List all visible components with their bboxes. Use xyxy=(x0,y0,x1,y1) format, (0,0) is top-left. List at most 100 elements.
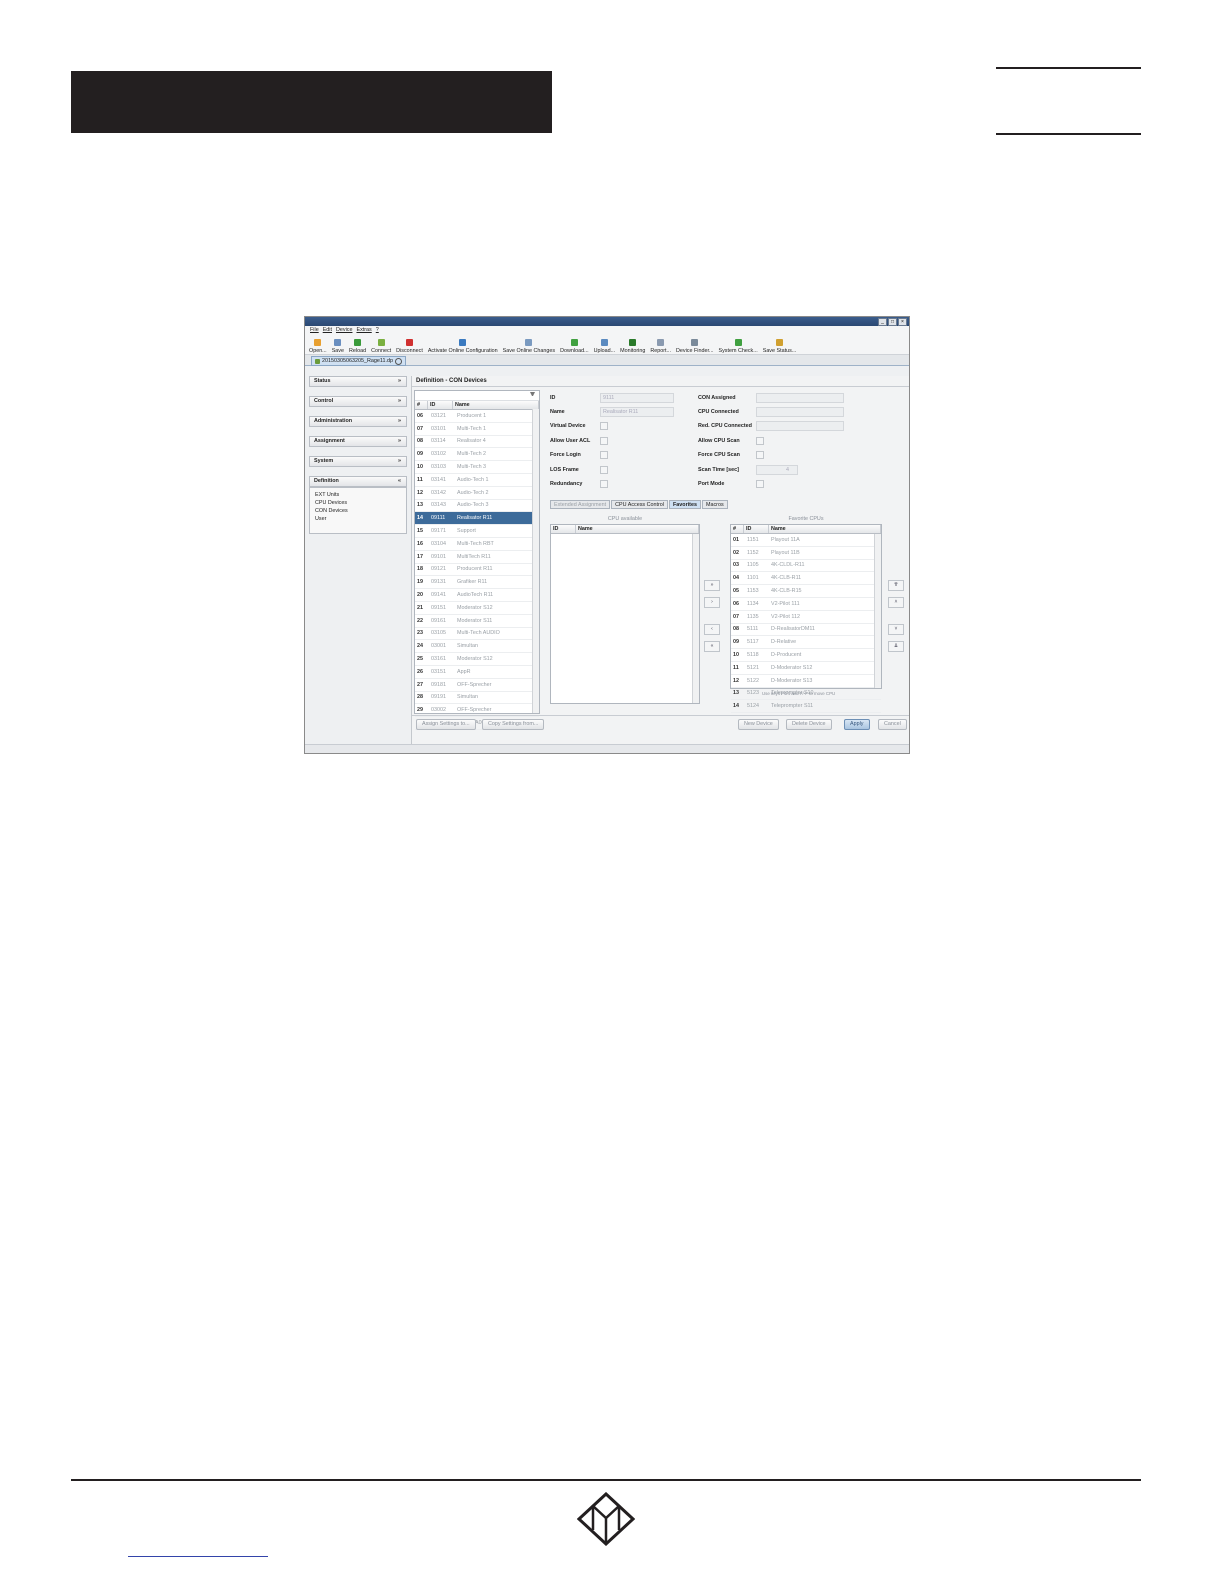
prop-field[interactable]: Realisator R11 xyxy=(600,406,674,417)
prop-field[interactable]: 9111 xyxy=(600,392,674,403)
move-button-0[interactable]: » xyxy=(704,580,720,591)
table-row[interactable]: 06 03121 Producent 1 xyxy=(415,410,539,423)
tab-cpu-access-control[interactable]: CPU Access Control xyxy=(611,500,668,509)
prop-checkbox[interactable] xyxy=(600,479,608,488)
order-button-0[interactable]: ⇈ xyxy=(888,580,904,591)
toolbar-button-folder-open[interactable]: Open... xyxy=(309,339,327,354)
nav-section-control[interactable]: Control » xyxy=(309,396,407,407)
order-button-3[interactable]: ⇊ xyxy=(888,641,904,652)
nav-section-administration[interactable]: Administration » xyxy=(309,416,407,427)
toolbar-button-save[interactable]: Save xyxy=(332,339,344,354)
prop-checkbox[interactable] xyxy=(600,436,608,445)
move-button-1[interactable]: › xyxy=(704,597,720,608)
column-name[interactable]: Name xyxy=(576,525,699,533)
nav-section-system[interactable]: System » xyxy=(309,456,407,467)
toolbar-button-reload[interactable]: Reload xyxy=(349,339,366,354)
nav-item-user[interactable]: User xyxy=(315,515,406,523)
table-row[interactable]: 16 03104 Multi-Tech RBT xyxy=(415,538,539,551)
prop-field[interactable] xyxy=(756,421,844,432)
toolbar-button-save-status[interactable]: Save Status... xyxy=(763,339,796,354)
table-row[interactable]: 02 1152 Playout 11B xyxy=(731,547,881,560)
table-row[interactable]: 11 5121 D-Moderator S12 xyxy=(731,662,881,675)
toolbar-button-device-finder[interactable]: Device Finder... xyxy=(676,339,713,354)
filter-row[interactable] xyxy=(415,391,539,401)
menu-device[interactable]: Device xyxy=(336,327,352,333)
table-row[interactable]: 23 03105 Multi-Tech AUDIO xyxy=(415,628,539,641)
toolbar-button-system-check[interactable]: System Check... xyxy=(718,339,758,354)
close-icon[interactable]: × xyxy=(898,318,907,326)
nav-section-assignment[interactable]: Assignment » xyxy=(309,436,407,447)
tab-favorites[interactable]: Favorites xyxy=(669,500,701,509)
tab-extended-assignment[interactable]: Extended Assignment xyxy=(550,500,611,509)
table-row[interactable]: 01 1151 Playout 11A xyxy=(731,534,881,547)
toolbar-button-upload[interactable]: Upload... xyxy=(594,339,615,354)
toolbar-button-monitoring[interactable]: Monitoring xyxy=(620,339,645,354)
menu-file[interactable]: File xyxy=(310,327,319,333)
column-id[interactable]: ID xyxy=(551,525,576,533)
footer-link-underline[interactable] xyxy=(128,1556,268,1557)
menu-extras[interactable]: Extras xyxy=(356,327,371,333)
prop-field[interactable] xyxy=(756,392,844,403)
prop-checkbox[interactable] xyxy=(756,451,764,460)
menu-help[interactable]: ? xyxy=(376,327,379,333)
order-button-2[interactable]: ˅ xyxy=(888,624,904,635)
table-row[interactable]: 12 03142 Audio-Tech 2 xyxy=(415,487,539,500)
table-row[interactable]: 24 03001 Simultan xyxy=(415,640,539,654)
table-row[interactable]: 10 5118 D-Producent xyxy=(731,649,881,662)
table-row[interactable]: 18 09121 Producent R11 xyxy=(415,564,539,577)
table-row[interactable]: 22 09161 Moderator S11 xyxy=(415,615,539,628)
delete-device-button[interactable]: Delete Device xyxy=(786,719,832,730)
table-row[interactable]: 03 1105 4K-CLDL-R11 xyxy=(731,560,881,573)
cancel-button[interactable]: Cancel xyxy=(878,719,907,730)
table-row[interactable]: 06 1134 V2-Pilot 111 xyxy=(731,598,881,611)
file-tab[interactable]: 20150305063205_Rage11.dp xyxy=(311,356,406,366)
table-row[interactable]: 14 09111 Realisator R11 xyxy=(415,512,539,526)
prop-checkbox[interactable] xyxy=(756,479,764,488)
column-id[interactable]: ID xyxy=(744,525,769,533)
table-row[interactable]: 26 03151 AppR xyxy=(415,666,539,679)
new-device-button[interactable]: New Device xyxy=(738,719,779,730)
nav-item-con-devices[interactable]: CON Devices xyxy=(315,507,406,515)
tab-macros[interactable]: Macros xyxy=(701,500,728,509)
apply-button[interactable]: Apply xyxy=(844,719,870,730)
move-button-3[interactable]: « xyxy=(704,641,720,652)
table-row[interactable]: 20 09141 AudioTech R11 xyxy=(415,589,539,602)
toolbar-button-disconnect[interactable]: Disconnect xyxy=(396,339,423,354)
filter-icon[interactable] xyxy=(530,392,535,398)
favorite-cpus-scrollbar[interactable] xyxy=(874,534,881,688)
menu-edit[interactable]: Edit xyxy=(323,327,332,333)
table-row[interactable]: 25 03161 Moderator S12 xyxy=(415,653,539,666)
table-row[interactable]: 13 03143 Audio-Tech 3 xyxy=(415,500,539,513)
nav-section-status[interactable]: Status » xyxy=(309,376,407,387)
prop-checkbox[interactable] xyxy=(756,436,764,445)
column-name[interactable]: Name xyxy=(453,401,539,409)
table-row[interactable]: 04 1101 4K-CLB-R11 xyxy=(731,572,881,586)
nav-section-definition[interactable]: Definition « xyxy=(309,476,407,487)
toolbar-button-download[interactable]: Download... xyxy=(560,339,589,354)
assign-settings-button[interactable]: Assign Settings to... xyxy=(416,719,476,730)
toolbar-button-connect[interactable]: Connect xyxy=(371,339,391,354)
table-row[interactable]: 09 5117 D-Relative xyxy=(731,636,881,650)
table-row[interactable]: 11 03141 Audio-Tech 1 xyxy=(415,474,539,487)
table-row[interactable]: 21 09151 Moderator S12 xyxy=(415,602,539,615)
prop-field[interactable] xyxy=(756,406,844,417)
column-number[interactable]: # xyxy=(731,525,744,533)
toolbar-button-activate[interactable]: Activate Online Configuration xyxy=(428,339,498,354)
cpu-available-scrollbar[interactable] xyxy=(692,534,699,703)
table-row[interactable]: 08 03114 Realisator 4 xyxy=(415,436,539,449)
device-list-scrollbar[interactable] xyxy=(532,409,539,713)
table-row[interactable]: 19 09131 Grafiker R11 xyxy=(415,576,539,590)
table-row[interactable]: 07 1135 V2-Pilot 112 xyxy=(731,611,881,624)
nav-item-ext-units[interactable]: EXT Units xyxy=(315,491,406,499)
prop-spinner[interactable]: 4 xyxy=(756,464,798,475)
column-id[interactable]: ID xyxy=(428,401,453,409)
table-row[interactable]: 12 5122 D-Moderator S13 xyxy=(731,675,881,688)
move-button-2[interactable]: ‹ xyxy=(704,624,720,635)
table-row[interactable]: 27 09181 OFF-Sprecher xyxy=(415,679,539,692)
toolbar-button-save-online[interactable]: Save Online Changes xyxy=(503,339,555,354)
table-row[interactable]: 08 5111 D-RealisatorDM11 xyxy=(731,624,881,637)
table-row[interactable]: 15 09171 Support xyxy=(415,525,539,538)
tab-close-icon[interactable] xyxy=(394,357,402,365)
table-row[interactable]: 17 09101 MultiTech R11 xyxy=(415,551,539,564)
column-name[interactable]: Name xyxy=(769,525,881,533)
